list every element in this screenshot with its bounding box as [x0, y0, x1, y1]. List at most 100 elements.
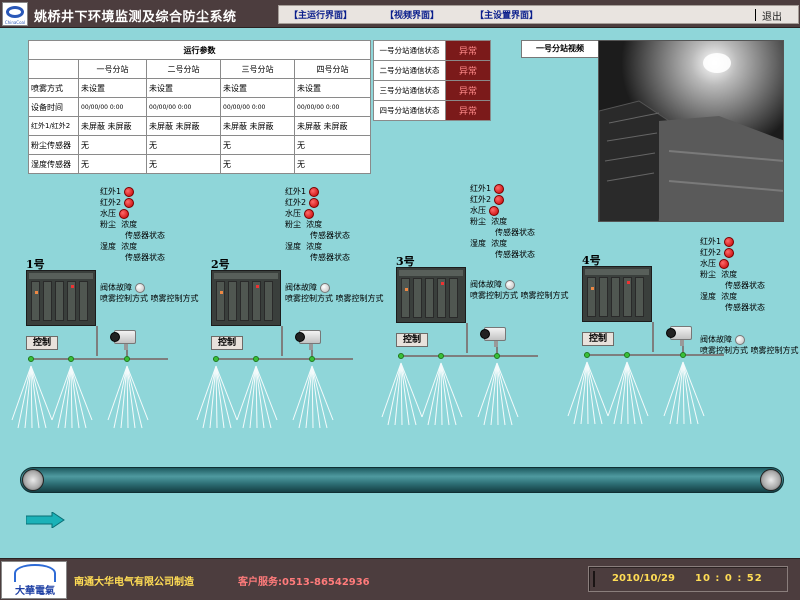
control-cabinet-icon: [582, 266, 652, 322]
sensor-label: 红外1: [285, 187, 307, 196]
sensor-label: 水压: [100, 209, 116, 218]
control-button[interactable]: 控制: [26, 336, 58, 350]
water-spray-icon: [292, 365, 334, 429]
water-spray-icon: [421, 362, 463, 426]
station-1: 1号 红外1 红外2 水压 粉尘 浓度 传感器状态 湿度 浓度 传感器状态 阀体…: [11, 186, 214, 456]
sensor-list: 红外1 红外2 水压 粉尘 浓度 传感器状态 湿度 浓度 传感器状态: [285, 186, 350, 263]
sensor-label: 红外2: [700, 248, 722, 257]
time-display: 10 : 0 : 52: [695, 573, 763, 584]
spray-nozzle-icon: [398, 353, 404, 359]
sensor-label: 传感器状态: [725, 303, 765, 312]
clock-panel: 2010/10/29 10 : 0 : 52: [588, 566, 788, 592]
cell: 无: [146, 135, 221, 155]
sensor-label: 传感器状态: [495, 228, 535, 237]
sensor-label: 浓度: [491, 217, 508, 226]
flow-arrow-icon: [25, 511, 66, 529]
sensor-label: 粉尘: [100, 220, 116, 229]
sensor-label: 红外2: [470, 195, 492, 204]
nav-main-run[interactable]: 【主运行界面】: [289, 8, 352, 21]
sensor-label: 粉尘: [700, 270, 716, 279]
footer-bar: 大華電氣 南通大华电气有限公司制造 客户服务:0513-86542936 201…: [0, 558, 800, 600]
col-header: 三号分站: [220, 59, 295, 79]
ir2-lamp-icon: [123, 197, 134, 208]
sensor-label: 浓度: [491, 239, 508, 248]
water-spray-icon: [381, 362, 423, 426]
cell: 无: [220, 154, 295, 174]
sensor-label: 浓度: [121, 242, 138, 251]
sensor-label: 红外2: [285, 198, 307, 207]
title-bar: ChinaCoal 姚桥井下环境监测及综合防尘系统 【主运行界面】 【视频界面】…: [0, 0, 800, 28]
ir2-lamp-icon: [493, 194, 504, 205]
water-spray-icon: [477, 362, 519, 426]
water-spray-icon: [51, 365, 93, 429]
control-cabinet-icon: [211, 270, 281, 326]
col-header: 二号分站: [146, 59, 221, 79]
spray-nozzle-icon: [124, 356, 130, 362]
spray-mode-label: 喷雾控制方式: [470, 291, 518, 300]
camera-icon: [110, 328, 140, 350]
water-spray-icon: [236, 365, 278, 429]
sensor-label: 湿度: [285, 242, 301, 251]
spray-nozzle-icon: [309, 356, 315, 362]
conveyor-belt: [20, 467, 784, 493]
dahua-logo: 大華電氣: [1, 561, 67, 599]
cell: 00/00/00 0:00: [293, 97, 372, 117]
spray-mode-label: 喷雾控制方式: [100, 294, 148, 303]
comm-status-badge: 异常: [445, 40, 491, 61]
col-header: 四号分站: [293, 59, 372, 79]
comm-name: 一号分站通信状态: [373, 40, 446, 61]
station-3: 3号 红外1 红外2 水压 粉尘 浓度 传感器状态 湿度 浓度 传感器状态 阀体…: [381, 183, 584, 453]
spray-nozzle-icon: [213, 356, 219, 362]
cell: 无: [146, 154, 221, 174]
table-row: 湿度传感器 无 无 无 无: [28, 154, 372, 174]
valve-lamp-icon: [504, 279, 515, 290]
belt-roller: [760, 469, 782, 491]
pipe: [96, 326, 98, 356]
camera-icon: [666, 324, 696, 346]
water-pressure-lamp-icon: [303, 208, 314, 219]
water-spray-icon: [107, 365, 149, 429]
sensor-label: 红外1: [700, 237, 722, 246]
valve-status: 阀体故障 喷雾控制方式 喷雾控制方式: [285, 282, 384, 304]
spray-mode-label: 喷雾控制方式: [285, 294, 333, 303]
ir2-lamp-icon: [723, 247, 734, 258]
cell: 未设置: [220, 78, 295, 98]
exit-button[interactable]: 退出: [762, 8, 782, 23]
nav-video[interactable]: 【视频界面】: [385, 8, 439, 21]
sensor-label: 红外2: [100, 198, 122, 207]
ir1-lamp-icon: [493, 183, 504, 194]
sensor-label: 传感器状态: [125, 253, 165, 262]
control-button[interactable]: 控制: [211, 336, 243, 350]
cell: 未屏蔽 未屏蔽: [146, 116, 221, 136]
company-name: 南通大华电气有限公司制造: [74, 577, 194, 588]
water-spray-icon: [663, 361, 705, 425]
row-label: 湿度传感器: [28, 154, 79, 174]
valve-fault-label: 阀体故障: [700, 335, 732, 344]
comm-name: 四号分站通信状态: [373, 100, 446, 121]
nav-settings[interactable]: 【主设置界面】: [475, 8, 538, 21]
chinacoal-logo: ChinaCoal: [2, 2, 28, 26]
camera-icon: [480, 325, 510, 347]
video-feed[interactable]: [598, 40, 784, 222]
sensor-label: 水压: [285, 209, 301, 218]
table-row: 三号分站通信状态 异常: [373, 80, 491, 101]
valve-lamp-icon: [319, 282, 330, 293]
cell: 无: [293, 154, 372, 174]
table-row: 粉尘传感器 无 无 无 无: [28, 135, 372, 155]
table-row: 一号分站通信状态 异常: [373, 40, 491, 61]
table-row: 二号分站通信状态 异常: [373, 60, 491, 81]
pipe: [466, 323, 468, 353]
cell: 无: [220, 135, 295, 155]
table-row: 喷雾方式 未设置 未设置 未设置 未设置: [28, 78, 372, 98]
control-cabinet-icon: [396, 267, 466, 323]
sensor-label: 粉尘: [470, 217, 486, 226]
cell: 00/00/00 0:00: [220, 97, 295, 117]
cell: 未设置: [78, 78, 147, 98]
control-button[interactable]: 控制: [582, 332, 614, 346]
sensor-list: 红外1 红外2 水压 粉尘 浓度 传感器状态 湿度 浓度 传感器状态: [100, 186, 165, 263]
table-row: 红外1/红外2 未屏蔽 未屏蔽 未屏蔽 未屏蔽 未屏蔽 未屏蔽 未屏蔽 未屏蔽: [28, 116, 372, 136]
sensor-label: 浓度: [306, 242, 323, 251]
sensor-label: 湿度: [100, 242, 116, 251]
service-phone: 客户服务:0513-86542936: [238, 577, 370, 588]
control-button[interactable]: 控制: [396, 333, 428, 347]
